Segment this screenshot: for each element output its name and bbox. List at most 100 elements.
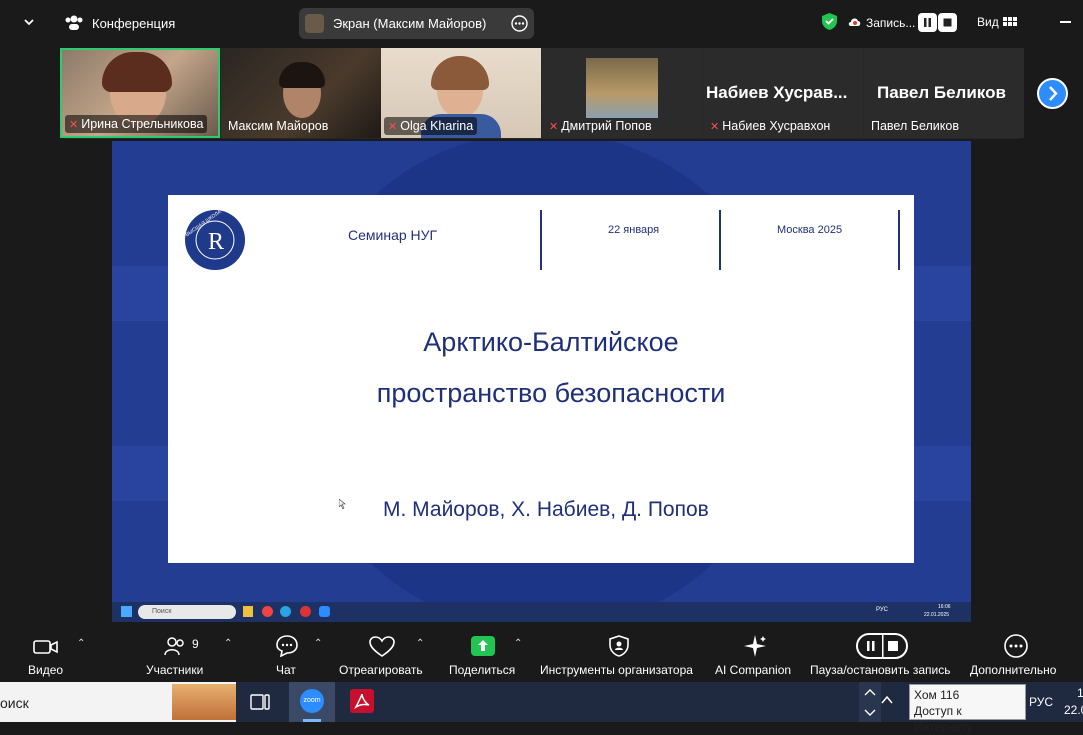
mic-muted-icon: ✕ <box>69 119 79 131</box>
chevron-down-icon[interactable] <box>22 15 36 29</box>
hair-shape <box>431 56 489 90</box>
chevron-right-icon <box>1049 86 1058 101</box>
stop-recording-button[interactable] <box>938 13 957 32</box>
video-button[interactable]: Видео <box>20 624 72 682</box>
more-options-icon[interactable] <box>511 15 528 32</box>
react-options-caret[interactable]: ⌃ <box>416 638 424 649</box>
svg-text:R: R <box>208 229 224 255</box>
participant-tile[interactable]: Павел Беликов Павел Беликов <box>864 48 1024 138</box>
share-screen-icon <box>471 636 495 656</box>
video-options-caret[interactable]: ⌃ <box>77 638 85 649</box>
chrome-icon <box>262 606 273 617</box>
shared-search-box: Поиск <box>138 605 236 619</box>
mic-muted-icon: ✕ <box>388 121 398 133</box>
slide-title-line2: пространство безопасности <box>376 378 726 408</box>
screen-share-label: Экран (Максим Майоров) <box>333 16 487 31</box>
participant-name: Максим Майоров <box>228 119 329 133</box>
participant-name: Павел Беликов <box>871 119 959 133</box>
participants-icon <box>164 637 184 656</box>
participant-tile[interactable]: Максим Майоров <box>221 48 381 138</box>
telegram-icon <box>280 606 291 617</box>
chat-options-caret[interactable]: ⌃ <box>314 638 322 649</box>
more-dots-icon <box>1004 634 1028 658</box>
participant-name: ✕ Набиев Хусравхон <box>710 119 831 133</box>
mic-muted-icon: ✕ <box>710 121 720 133</box>
slide-authors: М. Майоров, Х. Набиев, Д. Попов <box>383 498 709 521</box>
search-highlight-image <box>172 684 236 720</box>
hse-logo: R ВЫСШАЯ ШКОЛА <box>184 209 246 271</box>
participant-name: ✕ Olga Kharina <box>384 117 478 135</box>
share-options-caret[interactable]: ⌃ <box>514 638 522 649</box>
chat-bubble-icon <box>276 635 298 657</box>
network-tooltip: Хом 116 Доступ к Интернету <box>909 684 1026 734</box>
hair-shape <box>279 62 325 88</box>
share-screen-button[interactable]: Поделиться <box>447 624 519 682</box>
meeting-toolbar: Видео ⌃ 9 Участники ⌃ Чат ⌃ Отреагироват… <box>0 624 1083 682</box>
sparkle-icon <box>744 635 766 657</box>
header-divider <box>898 210 900 270</box>
header-divider <box>719 210 721 270</box>
participant-tile[interactable]: ✕ Дмитрий Попов <box>542 48 702 138</box>
participant-name: ✕ Дмитрий Попов <box>549 119 652 133</box>
view-menu-label[interactable]: Вид <box>977 15 999 29</box>
tray-date[interactable]: 22.0 <box>1064 703 1083 717</box>
ai-companion-button[interactable]: AI Companion <box>713 624 797 682</box>
folder-icon <box>243 606 253 617</box>
more-button[interactable]: Дополнительно <box>969 624 1065 682</box>
participants-options-caret[interactable]: ⌃ <box>224 638 232 649</box>
conference-title: Конференция <box>92 16 176 31</box>
taskbar-search-text: оиск <box>0 695 29 711</box>
zoom-app-icon <box>319 606 330 617</box>
presenter-avatar <box>305 14 324 33</box>
heart-icon <box>369 636 395 657</box>
minimize-button[interactable] <box>1060 21 1071 23</box>
next-page-button[interactable] <box>1037 78 1068 109</box>
seminar-label: Семинар НУГ <box>348 227 438 243</box>
slide-date: 22 января <box>608 224 660 236</box>
tray-chevron-up-icon[interactable] <box>880 694 894 706</box>
scroll-arrows[interactable] <box>859 682 881 722</box>
task-view-icon[interactable] <box>249 692 271 712</box>
participant-tile[interactable]: ✕ Olga Kharina <box>381 48 541 138</box>
react-button[interactable]: Отреагировать <box>339 624 427 682</box>
recording-controls-icon <box>856 633 908 659</box>
shield-check-icon[interactable] <box>821 12 838 31</box>
shared-lang: РУС <box>876 607 889 613</box>
recording-label: Запись... <box>866 16 916 30</box>
participant-tile[interactable]: ✕ Ирина Стрельникова <box>60 48 220 138</box>
participants-group-icon <box>64 13 84 31</box>
slide-title-line1: Арктико-Балтийское <box>423 327 679 357</box>
tray-language[interactable]: РУС <box>1029 695 1053 709</box>
participant-photo <box>586 58 658 118</box>
mouse-cursor-icon <box>339 499 346 509</box>
shared-date: 22.01.2025 <box>924 612 950 618</box>
chat-button[interactable]: Чат <box>270 624 304 682</box>
participant-big-label: Набиев Хусрав... <box>706 83 848 102</box>
acrobat-icon[interactable] <box>350 689 374 713</box>
cloud-record-icon <box>848 16 862 28</box>
tray-time[interactable]: 1 <box>1077 686 1083 700</box>
header-divider <box>540 210 542 270</box>
video-camera-icon <box>33 640 58 654</box>
participant-tile[interactable]: Набиев Хусрав... ✕ Набиев Хусравхон <box>703 48 863 138</box>
screen-share-pill[interactable]: Экран (Максим Майоров) <box>299 8 534 39</box>
zoom-app-icon: zoom <box>300 689 324 713</box>
participants-button[interactable]: 9 Участники <box>140 624 215 682</box>
participant-strip: ✕ Ирина Стрельникова Максим Майоров ✕ Olga… <box>60 48 1024 139</box>
shared-taskbar: Поиск РУС 16:06 22.01.2025 <box>112 602 971 622</box>
windows-start-icon <box>121 606 132 617</box>
shield-icon <box>609 635 629 657</box>
pause-stop-recording-button[interactable]: Пауза/остановить запись <box>808 624 956 682</box>
shared-time: 16:06 <box>938 604 951 610</box>
slide-content: R ВЫСШАЯ ШКОЛА Семинар НУГ 22 января Мос… <box>168 195 914 563</box>
slide-place: Москва 2025 <box>777 224 843 236</box>
participants-count: 9 <box>192 637 199 651</box>
powerpoint-icon <box>300 606 311 617</box>
hair-shape <box>102 52 172 92</box>
mic-muted-icon: ✕ <box>549 121 559 133</box>
pause-recording-button[interactable] <box>918 13 937 32</box>
zoom-taskbar-button[interactable]: zoom <box>289 682 335 722</box>
grid-view-icon[interactable] <box>1003 14 1017 27</box>
host-tools-button[interactable]: Инструменты организатора <box>539 624 701 682</box>
participant-big-label: Павел Беликов <box>877 83 1006 102</box>
